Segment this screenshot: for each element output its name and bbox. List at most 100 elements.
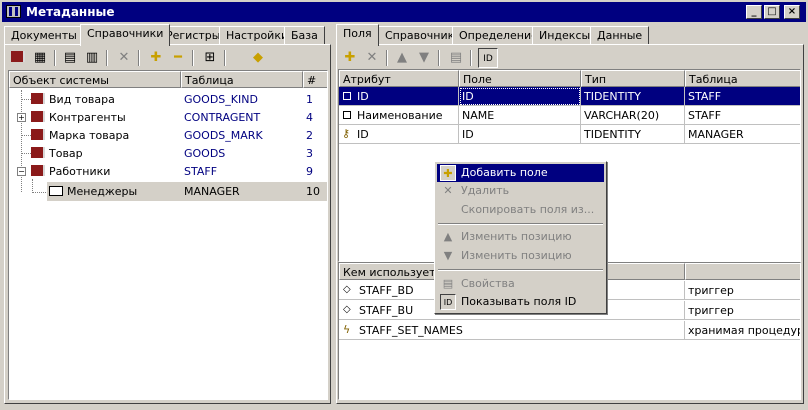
menu-item-show-id-fields[interactable]: ID Показывать поля ID [437, 293, 604, 311]
delete-x-icon[interactable]: ✕ [362, 48, 382, 68]
object-name: Товар [49, 147, 83, 160]
object-number: 3 [306, 147, 313, 160]
properties-icon[interactable]: ▤ [446, 48, 466, 68]
tree-line [32, 192, 46, 193]
id-toggle-button[interactable]: ID [478, 48, 498, 68]
toolbar-separator [138, 50, 140, 66]
table-row[interactable]: ID ID TIDENTITY STAFF [339, 87, 800, 106]
arrow-up-icon[interactable]: ▲ [392, 48, 412, 68]
object-number: 4 [306, 111, 313, 124]
procedure-icon: ϟ [343, 323, 351, 336]
minimize-button[interactable]: _ [746, 5, 762, 19]
toolbar-separator [224, 50, 226, 66]
tab-definition[interactable]: Определение [452, 26, 545, 45]
table-name: STAFF [184, 165, 218, 178]
maximize-button[interactable]: □ [764, 5, 780, 19]
menu-item-label: Добавить поле [461, 166, 548, 179]
tab-indexes[interactable]: Индексы [532, 26, 598, 45]
toolbar-separator [106, 50, 108, 66]
tree-row[interactable]: Марка товара GOODS_MARK 2 [9, 126, 327, 145]
checkbox-icon [343, 111, 351, 119]
field-name: ID [459, 125, 581, 144]
menu-item-move-down[interactable]: ▼ Изменить позицию [437, 247, 604, 265]
checkbox-icon [343, 92, 351, 100]
tree-row[interactable]: Вид товара GOODS_KIND 1 [9, 90, 327, 109]
menu-item-add-field[interactable]: ✚ Добавить поле [437, 164, 604, 182]
column-header-table[interactable]: Таблица [181, 71, 303, 88]
table-row[interactable]: Наименование NAME VARCHAR(20) STAFF [339, 106, 800, 125]
tab-database[interactable]: База [284, 26, 325, 45]
tree-row[interactable]: Товар GOODS 3 [9, 144, 327, 163]
column-header-type[interactable]: Тип [581, 70, 685, 87]
tree-row-selected[interactable]: Менеджеры MANAGER 10 [47, 182, 327, 201]
edit-properties-icon[interactable]: ▥ [82, 48, 102, 68]
table-icon[interactable]: ▦ [30, 48, 50, 68]
menu-item-move-up[interactable]: ▲ Изменить позицию [437, 228, 604, 246]
pane-splitter[interactable] [331, 24, 335, 404]
object-number: 10 [303, 182, 327, 201]
usage-name: STAFF_BU [359, 304, 414, 317]
table-name: GOODS_KIND [184, 93, 258, 106]
tab-data[interactable]: Данные [590, 26, 650, 45]
tab-reference[interactable]: Справочник [378, 26, 462, 45]
table-name: GOODS [184, 147, 226, 160]
object-name: Менеджеры [67, 185, 138, 198]
table-name: CONTRAGENT [184, 111, 261, 124]
menu-item-label: Показывать поля ID [461, 295, 577, 308]
toolbar-separator [438, 50, 440, 66]
book-icon [31, 129, 45, 140]
toolbar-separator [470, 50, 472, 66]
object-name: Марка товара [49, 129, 130, 142]
diamond-icon[interactable]: ◆ [248, 48, 268, 68]
usage-kind: триггер [685, 281, 800, 300]
plus-icon: ✚ [440, 165, 456, 181]
table-name: GOODS_MARK [184, 129, 263, 142]
menu-item-delete[interactable]: ✕ Удалить [437, 182, 604, 200]
column-header-table[interactable]: Таблица [685, 70, 800, 87]
hierarchy-icon[interactable]: ⊞ [200, 48, 220, 68]
id-icon: ID [440, 294, 456, 310]
toolbar-separator [192, 50, 194, 66]
objects-grid: Объект системы Таблица # Вид товара GOOD… [8, 70, 328, 400]
arrow-up-icon: ▲ [443, 230, 453, 243]
delete-x-icon: ✕ [443, 184, 453, 197]
delete-x-icon[interactable]: ✕ [114, 48, 134, 68]
field-table: STAFF [685, 87, 800, 106]
usage-row[interactable]: ϟ STAFF_SET_NAMES хранимая процедура [339, 321, 800, 340]
tab-fields[interactable]: Поля [336, 24, 379, 46]
close-button[interactable]: × [784, 5, 800, 19]
add-item-icon[interactable]: ✚ [146, 48, 166, 68]
tab-references[interactable]: Справочники [80, 24, 171, 46]
tab-documents[interactable]: Документы [4, 26, 84, 45]
tree-row[interactable]: − Работники STAFF 9 [9, 162, 327, 181]
arrow-down-icon[interactable]: ▼ [414, 48, 434, 68]
trigger-icon: ◇ [343, 304, 351, 315]
menu-item-properties[interactable]: ▤ Свойства [437, 275, 604, 293]
attribute-name: ID [357, 90, 369, 103]
field-type: TIDENTITY [581, 87, 685, 106]
attribute-name: Наименование [357, 109, 443, 122]
arrow-down-icon: ▼ [443, 249, 453, 262]
table-row[interactable]: ⚷ ID ID TIDENTITY MANAGER [339, 125, 800, 144]
column-header-kind[interactable] [685, 263, 800, 280]
book-icon [31, 165, 45, 176]
menu-separator [438, 223, 603, 225]
book-icon[interactable] [8, 48, 28, 68]
field-table: STAFF [685, 106, 800, 125]
menu-item-label: Свойства [461, 277, 515, 290]
menu-item-label: Изменить позицию [461, 249, 572, 262]
field-name: ID [459, 87, 581, 106]
book-icon [31, 147, 45, 158]
column-header-number[interactable]: # [303, 71, 327, 88]
menu-item-copy-fields[interactable]: Скопировать поля из... [437, 201, 604, 219]
column-header-field[interactable]: Поле [459, 70, 581, 87]
remove-item-icon[interactable]: ━ [168, 48, 188, 68]
toolbar-separator [54, 50, 56, 66]
column-header-object[interactable]: Объект системы [9, 71, 181, 88]
tree-row[interactable]: + Контрагенты CONTRAGENT 4 [9, 108, 327, 127]
properties-icon[interactable]: ▤ [60, 48, 80, 68]
window-title: Метаданные [26, 5, 115, 19]
column-header-attribute[interactable]: Атрибут [339, 70, 459, 87]
title-bar[interactable]: Метаданные _ □ × [2, 2, 806, 22]
plus-icon[interactable]: ✚ [340, 48, 360, 68]
